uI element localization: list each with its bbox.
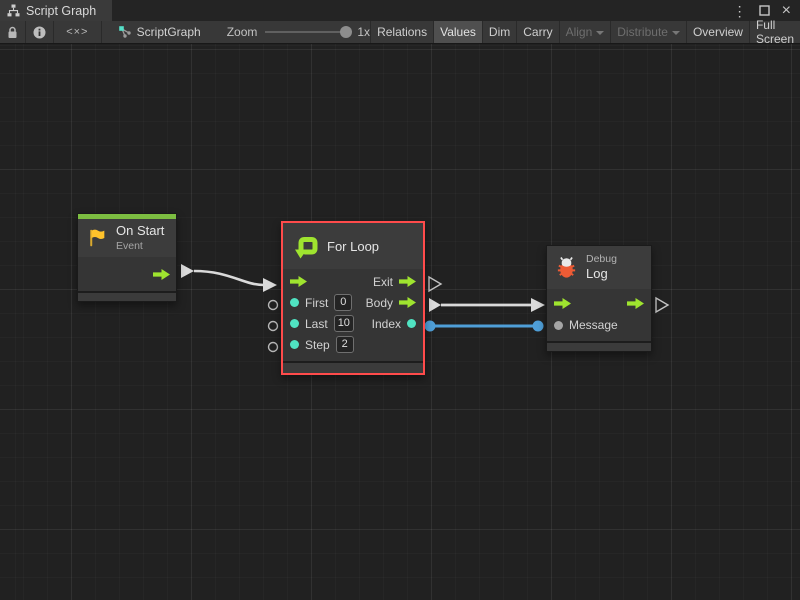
node-on-start[interactable]: On Start Event	[77, 213, 177, 302]
script-graph-icon	[118, 25, 132, 39]
forloop-unconnected-input-markers[interactable]	[269, 301, 278, 352]
first-value-input[interactable]: 0	[334, 294, 352, 311]
zoom-value: 1x	[357, 25, 370, 39]
carry-label: Carry	[523, 25, 552, 39]
on-start-output-port[interactable]	[153, 269, 170, 280]
lock-button[interactable]	[0, 21, 26, 43]
forloop-exit-port-marker[interactable]	[429, 277, 441, 291]
distribute-label: Distribute	[617, 25, 668, 39]
toolbar-toggle-group: Relations Values Dim Carry Align Distrib…	[370, 21, 800, 43]
message-port[interactable]	[554, 321, 563, 330]
maximize-icon[interactable]	[759, 5, 770, 16]
exit-port-label: Exit	[373, 275, 393, 289]
debug-log-row-flow	[547, 292, 651, 314]
zoom-control: Zoom 1x	[227, 21, 370, 43]
close-icon[interactable]: ×	[782, 3, 791, 19]
values-label: Values	[440, 25, 476, 39]
debug-log-category: Debug	[586, 253, 617, 266]
unity-script-graph-window: Script Graph ⋮ ×	[0, 0, 800, 600]
graph-canvas[interactable]: On Start Event For Loop	[0, 44, 800, 600]
titlebar: Script Graph ⋮ ×	[0, 0, 800, 21]
code-view-icon: <×>	[66, 26, 88, 38]
connection-onstart-to-forloop[interactable]	[181, 264, 277, 292]
debug-log-row-message: Message	[547, 314, 651, 336]
for-loop-row-first: First 0 Body	[283, 292, 423, 313]
step-value-input[interactable]: 2	[336, 336, 354, 353]
debug-log-enter-port[interactable]	[554, 298, 571, 309]
for-loop-row-last: Last 10 Index	[283, 313, 423, 334]
graph-reference[interactable]: ScriptGraph	[118, 21, 201, 43]
body-port-label: Body	[366, 296, 393, 310]
zoom-label: Zoom	[227, 25, 258, 39]
for-loop-row-step: Step 2	[283, 334, 423, 355]
for-loop-body: Exit First 0 Body	[283, 269, 423, 361]
step-port[interactable]	[290, 340, 299, 349]
bug-icon	[555, 256, 578, 279]
node-for-loop[interactable]: For Loop Exit	[281, 221, 425, 375]
chevron-down-icon	[596, 31, 604, 35]
info-button[interactable]	[26, 21, 54, 43]
last-port[interactable]	[290, 319, 299, 328]
graph-toolbar: <×> ScriptGraph Zoom 1x Relations Values	[0, 21, 800, 44]
align-button[interactable]: Align	[559, 21, 611, 43]
for-loop-index-port[interactable]	[407, 319, 416, 328]
menu-icon[interactable]: ⋮	[733, 4, 747, 18]
first-port[interactable]	[290, 298, 299, 307]
tab-title: Script Graph	[26, 4, 96, 18]
lock-icon	[7, 26, 18, 39]
dim-label: Dim	[489, 25, 510, 39]
connection-index-to-message[interactable]	[425, 321, 544, 332]
on-start-footer	[78, 291, 176, 301]
on-start-subtitle: Event	[116, 240, 164, 253]
info-icon	[33, 26, 46, 39]
on-start-title: On Start	[116, 223, 164, 239]
graph-hierarchy-icon	[7, 4, 20, 17]
zoom-slider-handle[interactable]	[340, 26, 352, 38]
graph-name-label: ScriptGraph	[137, 25, 201, 39]
overview-button[interactable]: Overview	[686, 21, 749, 43]
loop-icon	[291, 232, 319, 260]
values-button[interactable]: Values	[433, 21, 482, 43]
index-port-label: Index	[372, 317, 401, 331]
message-port-label: Message	[569, 318, 618, 332]
debug-log-title: Log	[586, 266, 617, 282]
code-view-button[interactable]: <×>	[54, 21, 102, 43]
for-loop-exit-port[interactable]	[399, 276, 416, 287]
carry-button[interactable]: Carry	[516, 21, 558, 43]
debug-log-body: Message	[547, 289, 651, 341]
for-loop-body-port[interactable]	[399, 297, 416, 308]
node-debug-log[interactable]: Debug Log	[546, 245, 652, 352]
chevron-down-icon	[672, 31, 680, 35]
connection-body-to-debuglog[interactable]	[429, 298, 545, 312]
for-loop-footer	[283, 361, 423, 373]
debug-log-header[interactable]: Debug Log	[547, 246, 651, 289]
align-label: Align	[566, 25, 593, 39]
full-screen-label: Full Screen	[756, 18, 794, 46]
flag-icon	[86, 227, 108, 249]
for-loop-row-flow: Exit	[283, 271, 423, 292]
relations-button[interactable]: Relations	[370, 21, 433, 43]
last-port-label: Last	[305, 317, 328, 331]
dim-button[interactable]: Dim	[482, 21, 516, 43]
debug-log-exit-port[interactable]	[627, 298, 644, 309]
on-start-body	[78, 257, 176, 291]
zoom-slider[interactable]	[265, 31, 349, 33]
full-screen-button[interactable]: Full Screen	[749, 21, 800, 43]
step-port-label: Step	[305, 338, 330, 352]
overview-label: Overview	[693, 25, 743, 39]
on-start-header[interactable]: On Start Event	[78, 219, 176, 257]
first-port-label: First	[305, 296, 328, 310]
debuglog-output-port-marker[interactable]	[656, 298, 668, 312]
debug-log-footer	[547, 341, 651, 351]
for-loop-enter-port[interactable]	[290, 276, 307, 287]
last-value-input[interactable]: 10	[334, 315, 354, 332]
for-loop-header[interactable]: For Loop	[283, 223, 423, 269]
distribute-button[interactable]: Distribute	[610, 21, 686, 43]
relations-label: Relations	[377, 25, 427, 39]
tab-script-graph[interactable]: Script Graph	[0, 0, 112, 21]
for-loop-title: For Loop	[327, 239, 379, 254]
